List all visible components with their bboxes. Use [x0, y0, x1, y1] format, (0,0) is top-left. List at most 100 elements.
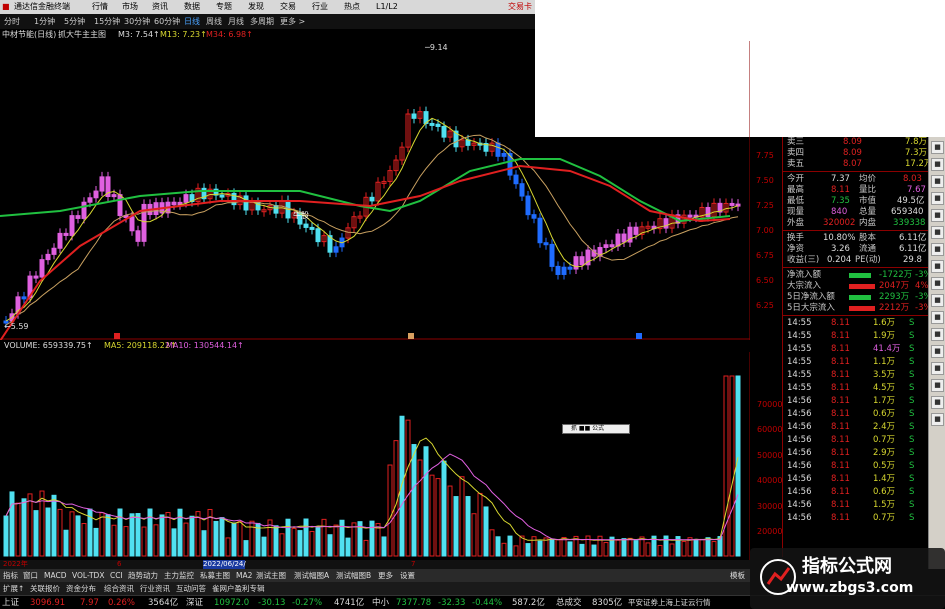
template-tab[interactable]: 模板: [730, 569, 745, 582]
candle: [411, 113, 417, 119]
volume-chart[interactable]: [0, 352, 750, 560]
indicator-tab[interactable]: 主力监控: [164, 569, 194, 582]
index-label[interactable]: 深证: [186, 596, 203, 609]
period-tab[interactable]: 30分钟: [124, 14, 150, 29]
volume-tick: 50000: [757, 451, 783, 460]
sidebar-button[interactable]: ■: [931, 277, 944, 290]
indicator-tab[interactable]: MACD: [44, 569, 66, 582]
candle: [51, 247, 57, 255]
indicator-tab[interactable]: CCI: [110, 569, 123, 582]
indicator-name[interactable]: 抓大牛主主图: [58, 29, 106, 41]
volume-bar: [657, 544, 663, 557]
sidebar-button[interactable]: ■: [931, 379, 944, 392]
volume-bar: [387, 464, 393, 557]
menu-item-trade[interactable]: 交易: [280, 0, 296, 14]
index-amount: 4741亿: [334, 598, 365, 608]
sidebar-button[interactable]: ■: [931, 226, 944, 239]
sidebar-button[interactable]: ■: [931, 413, 944, 426]
flow-row: 5日大宗流入 2212万 -3%: [787, 303, 932, 313]
candle: [567, 266, 573, 270]
volume-bar: [561, 536, 567, 557]
candle: [429, 122, 435, 126]
sidebar-button[interactable]: ■: [931, 192, 944, 205]
sidebar-button[interactable]: ■: [931, 294, 944, 307]
candle: [171, 201, 177, 206]
volume-info-line: VOLUME: 659339.75↑ MA5: 209118.22↑ MA10:…: [0, 340, 750, 352]
sidebar-button[interactable]: ■: [931, 311, 944, 324]
info-tab[interactable]: 扩展↑: [3, 582, 24, 595]
indicator-tab[interactable]: 测试幅图B: [336, 569, 371, 582]
tick-row: 14:56 8.11 2.9万 S: [787, 448, 915, 458]
volume-bar: [459, 476, 465, 557]
indicator-tab[interactable]: 测试主图: [256, 569, 286, 582]
indicator-popup[interactable]: 抓 ■■ 公式: [562, 424, 630, 434]
flow-row: 5日净流入额 2293万 -3%: [787, 292, 932, 302]
period-tab[interactable]: 60分钟: [154, 14, 180, 29]
menu-item-news[interactable]: 资讯: [152, 0, 168, 14]
info-tab[interactable]: 互动问答: [176, 582, 206, 595]
volume-bar: [381, 536, 387, 557]
sidebar-button[interactable]: ■: [931, 158, 944, 171]
sidebar-button[interactable]: ■: [931, 260, 944, 273]
period-tab[interactable]: 多周期: [250, 14, 274, 29]
candle: [99, 176, 105, 192]
candle: [21, 296, 27, 300]
candlestick-chart[interactable]: ─9.14 ←5.59 牛股: [0, 41, 750, 340]
sidebar-button[interactable]: ■: [931, 141, 944, 154]
info-tab[interactable]: 资金分布: [66, 582, 96, 595]
info-tab[interactable]: 行业资讯: [140, 582, 170, 595]
indicator-tab[interactable]: 更多: [378, 569, 393, 582]
volume-bar: [81, 523, 87, 557]
indicator-tab[interactable]: 指标: [3, 569, 18, 582]
menu-item-discover[interactable]: 发现: [248, 0, 264, 14]
index-pct: -0.27%: [292, 598, 323, 608]
indicator-tab[interactable]: MA2: [236, 569, 252, 582]
signal-marker: [636, 333, 642, 339]
indicator-tab[interactable]: 趋势动力: [128, 569, 158, 582]
candle: [537, 217, 543, 244]
period-tab[interactable]: 15分钟: [94, 14, 120, 29]
menu-item-topic[interactable]: 专题: [216, 0, 232, 14]
period-tab-more[interactable]: 更多 >: [280, 14, 305, 29]
period-tab-selected[interactable]: 日线: [184, 14, 200, 29]
sidebar-button[interactable]: ■: [931, 209, 944, 222]
sidebar-button[interactable]: ■: [931, 328, 944, 341]
indicator-tab[interactable]: VOL-TDX: [72, 569, 104, 582]
menu-item-market[interactable]: 市场: [122, 0, 138, 14]
indicator-tab[interactable]: 私募主图: [200, 569, 230, 582]
tick-row: 14:55 8.11 3.5万 S: [787, 370, 915, 380]
period-tab[interactable]: 5分钟: [64, 14, 85, 29]
volume-tick: 40000: [757, 476, 783, 485]
indicator-tab[interactable]: 设置: [400, 569, 415, 582]
menu-item-hot[interactable]: 热点: [344, 0, 360, 14]
period-tab[interactable]: 月线: [228, 14, 244, 29]
info-tab[interactable]: 综合资讯: [104, 582, 134, 595]
candle: [729, 202, 735, 206]
period-tab[interactable]: 分时: [4, 14, 20, 29]
menu-item-l1l2[interactable]: L1/L2: [376, 0, 398, 14]
index-value: 7377.78: [396, 598, 432, 608]
sidebar-button[interactable]: ■: [931, 175, 944, 188]
crosshair-date-label: 2022/06/24/五: [203, 560, 246, 577]
indicator-tab[interactable]: 测试幅图A: [294, 569, 329, 582]
index-label[interactable]: 中小: [372, 596, 389, 609]
sidebar-button[interactable]: ■: [931, 243, 944, 256]
period-tab[interactable]: 周线: [206, 14, 222, 29]
period-tab[interactable]: 1分钟: [34, 14, 55, 29]
trade-card-link[interactable]: 交易卡: [508, 0, 532, 14]
indicator-tab[interactable]: 窗口: [23, 569, 38, 582]
stat-row: 外盘 320002 内盘 339338: [787, 218, 926, 228]
sidebar-button[interactable]: ■: [931, 362, 944, 375]
volume-bar: [51, 494, 57, 557]
info-tab[interactable]: 雀网户盈利专辑: [212, 582, 265, 595]
menu-item-data[interactable]: 数据: [184, 0, 200, 14]
sidebar-button[interactable]: ■: [931, 345, 944, 358]
menu-item-quotes[interactable]: 行情: [92, 0, 108, 14]
info-tab[interactable]: 关联报价: [30, 582, 60, 595]
candle: [501, 152, 507, 157]
volume-bar: [441, 460, 447, 557]
tick-row: 14:55 8.11 1.1万 S: [787, 357, 915, 367]
index-label[interactable]: 上证: [2, 596, 19, 609]
sidebar-button[interactable]: ■: [931, 396, 944, 409]
menu-item-industry[interactable]: 行业: [312, 0, 328, 14]
